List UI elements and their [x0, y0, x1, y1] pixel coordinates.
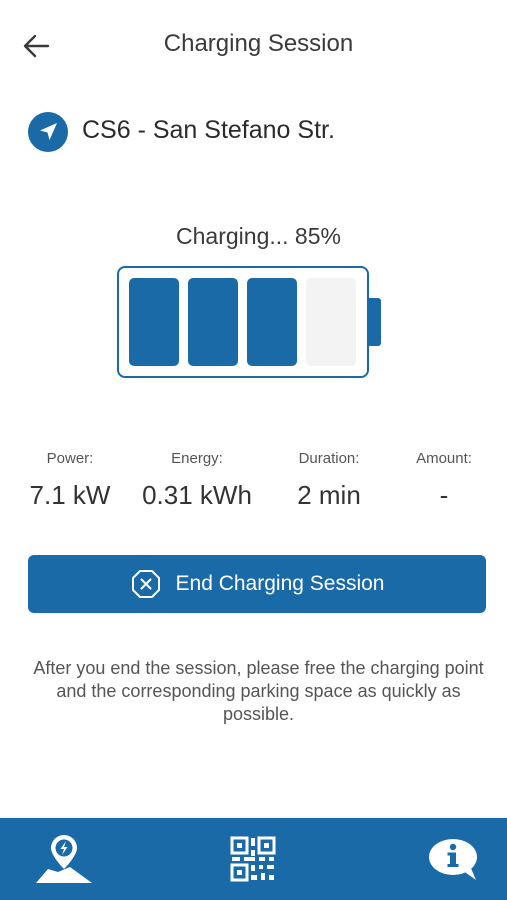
- qr-code-icon: [230, 836, 276, 882]
- nav-qr-scan-button[interactable]: [213, 826, 293, 892]
- page-title: Charging Session: [163, 30, 354, 57]
- end-session-label: End Charging Session: [175, 572, 385, 595]
- duration-label: Duration:: [298, 450, 360, 467]
- battery-cell-4: [306, 278, 356, 366]
- nav-info-button[interactable]: [414, 826, 494, 892]
- energy-label: Energy:: [171, 450, 223, 467]
- battery-cell-3: [247, 278, 297, 366]
- power-value: 7.1 kW: [29, 480, 111, 510]
- energy-value: 0.31 kWh: [142, 480, 252, 510]
- battery-tip: [369, 298, 381, 346]
- charging-status: Charging... 85%: [176, 223, 341, 249]
- battery-cell-2: [188, 278, 238, 366]
- map-charging-location-icon: [36, 835, 92, 883]
- nav-map-button[interactable]: [24, 826, 104, 892]
- info-text: After you end the session, please free t…: [33, 658, 484, 724]
- close-circle-icon: [131, 570, 160, 598]
- power-label: Power:: [46, 450, 94, 467]
- amount-label: Amount:: [416, 450, 472, 467]
- battery-cell-1: [129, 278, 179, 366]
- end-charging-session-button[interactable]: End Charging Session: [28, 555, 486, 613]
- amount-value: -: [439, 480, 449, 510]
- info-chat-icon: [429, 839, 477, 880]
- station-name: CS6 - San Stefano Str.: [82, 116, 335, 144]
- navigation-arrow-icon: [28, 112, 68, 152]
